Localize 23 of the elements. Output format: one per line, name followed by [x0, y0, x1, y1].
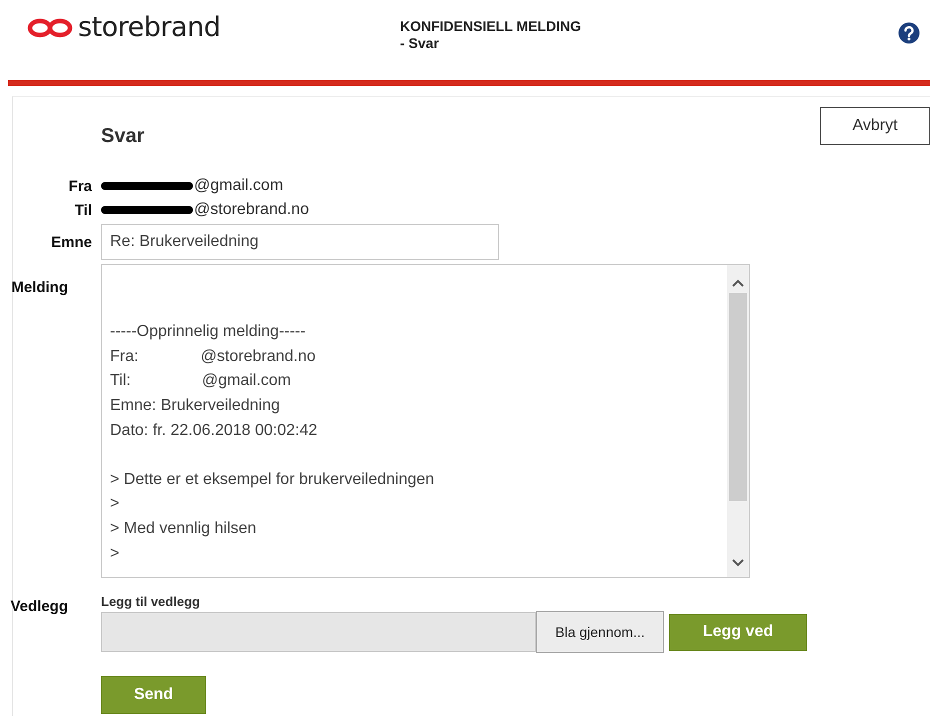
scrollbar[interactable]	[727, 265, 749, 577]
field-label: Vedlegg	[9, 597, 69, 617]
field-label: Emne	[51, 234, 92, 250]
message-text: -----Opprinnelig melding----- Fra: @storebrand.no Til: @gmail.com Emne: Brukerveiledning Dato: fr. 22.06.2018 00:02:42 > Dette er et eksempel for brukerveiledningen > > Med vennlig hilsen >	[109, 322, 436, 564]
file-path-field[interactable]	[101, 612, 536, 652]
brand-name: storebrand	[78, 12, 220, 43]
form-heading: Svar	[101, 125, 144, 148]
brand-logo-icon	[26, 16, 74, 38]
browse-button[interactable]: Bla gjennom...	[536, 611, 664, 653]
email-address: @gmail.com	[194, 177, 284, 195]
page-subtitle: - Svar	[400, 35, 440, 52]
attachment-caption: Legg til vedlegg	[101, 594, 201, 609]
scroll-up-icon[interactable]	[732, 279, 744, 287]
message-field[interactable]: -----Opprinnelig melding----- Fra: @storebrand.no Til: @gmail.com Emne: Brukerveiledning Dato: fr. 22.06.2018 00:02:42 > Dette er et eksempel for brukerveiledningen > > Med vennlig hilsen >	[101, 264, 750, 578]
field-label: Fra	[68, 178, 92, 194]
scroll-down-icon[interactable]	[732, 559, 744, 567]
help-icon[interactable]	[898, 22, 920, 44]
field-label: Melding	[10, 278, 69, 298]
cancel-button[interactable]: Avbryt	[820, 107, 930, 145]
page-title: KONFIDENSIELL MELDING	[400, 18, 582, 35]
field-label: Til	[74, 202, 92, 218]
email-address: @storebrand.no	[194, 201, 309, 219]
subject-field[interactable]: Re: Brukerveiledning	[101, 224, 499, 260]
